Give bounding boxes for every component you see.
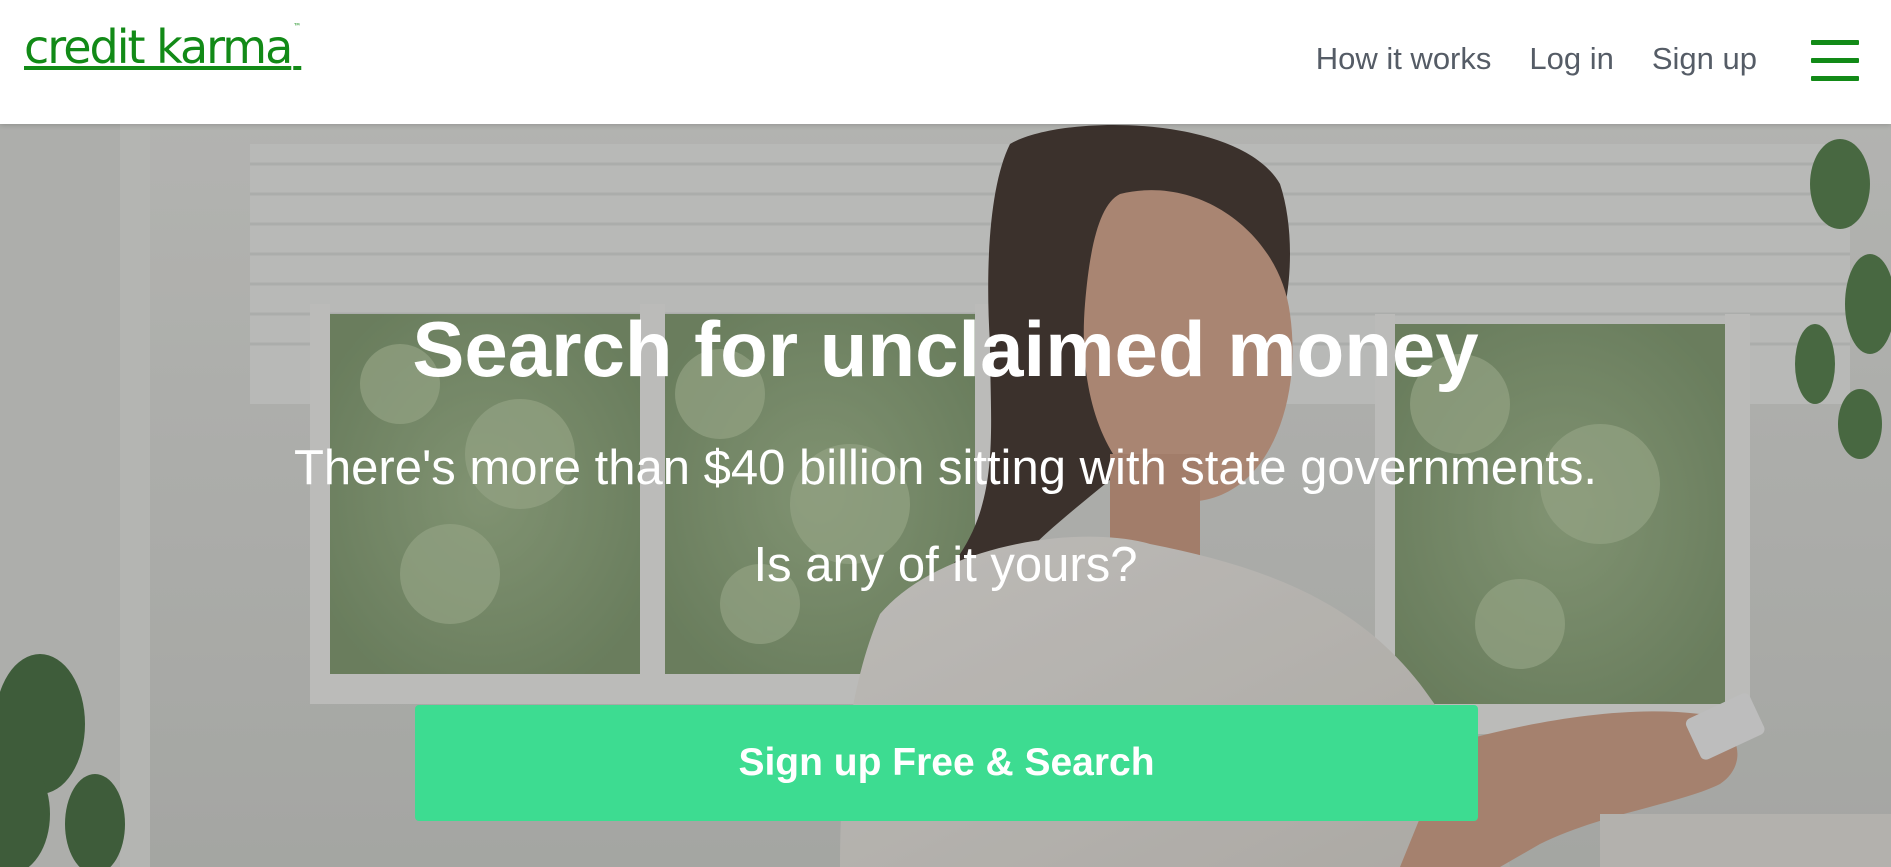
menu-icon-bar (1811, 76, 1859, 81)
hamburger-menu-icon[interactable] (1811, 38, 1859, 84)
sign-up-free-search-button[interactable]: Sign up Free & Search (415, 705, 1478, 821)
credit-karma-logo[interactable]: credit karma ™ (24, 22, 302, 71)
menu-icon-bar (1811, 58, 1859, 63)
hero-headline: Search for unclaimed money (412, 305, 1479, 393)
hero-subtext-line-1: There's more than $40 billion sitting wi… (293, 441, 1598, 495)
logo-trademark: ™ (293, 22, 302, 31)
site-header: credit karma ™ How it works Log in Sign u… (0, 0, 1891, 124)
nav-log-in-link[interactable]: Log in (1529, 40, 1613, 78)
menu-icon-bar (1811, 40, 1859, 45)
hero-content: Search for unclaimed money There's more … (0, 124, 1891, 867)
hero-subtext-line-2: Is any of it yours? (753, 538, 1138, 592)
hero-section: Search for unclaimed money There's more … (0, 124, 1891, 867)
nav-sign-up-link[interactable]: Sign up (1652, 40, 1757, 78)
nav-how-it-works-link[interactable]: How it works (1316, 40, 1492, 78)
logo-text: credit karma (24, 20, 293, 74)
top-nav: How it works Log in Sign up (1278, 40, 1757, 78)
